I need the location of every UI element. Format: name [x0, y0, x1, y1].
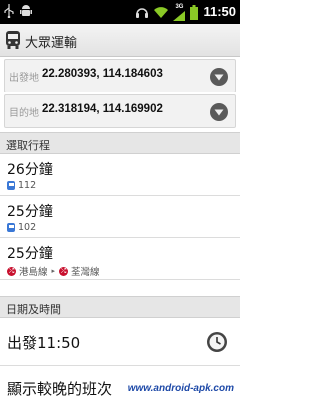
route-line: 港島線 — [19, 267, 48, 278]
bus-icon — [7, 223, 15, 232]
route-duration: 26分鐘 — [7, 162, 53, 178]
departure-time-row[interactable]: 出發11:50 — [0, 318, 240, 366]
origin-field[interactable]: 出發地 22.280393, 114.184603 — [4, 59, 236, 93]
origin-label: 出發地 — [9, 73, 39, 84]
title-bar: 大眾運輸 — [0, 24, 240, 57]
signal-icon — [173, 11, 186, 21]
bus-icon — [7, 181, 15, 190]
route-detail: 102 — [7, 222, 36, 233]
wifi-icon — [154, 7, 169, 18]
mtr-icon: ⤮ — [7, 266, 16, 276]
route-item[interactable]: 25分鐘 102 — [0, 196, 240, 238]
routes-section-label: 選取行程 — [6, 139, 50, 152]
mtr-icon: ⤮ — [59, 266, 69, 276]
origin-dropdown-icon[interactable] — [209, 67, 229, 87]
datetime-section-header: 日期及時間 — [0, 296, 240, 318]
destination-row: 目的地 22.318194, 114.169902 — [0, 92, 240, 130]
datetime-section-label: 日期及時間 — [6, 303, 61, 316]
route-duration: 25分鐘 — [7, 246, 53, 262]
route-item[interactable]: 26分鐘 112 — [0, 154, 240, 196]
network-type: 3G — [175, 4, 184, 10]
destination-field[interactable]: 目的地 22.318194, 114.169902 — [4, 94, 236, 128]
destination-label: 目的地 — [9, 108, 39, 119]
headset-icon — [136, 8, 149, 18]
later-trips-label: 顯示較晚的班次 — [7, 380, 113, 398]
bus-icon — [6, 31, 20, 49]
clock-time: 11:50 — [203, 4, 236, 19]
usb-icon — [4, 4, 14, 18]
later-trips-row[interactable]: 顯示較晚的班次 www.android-apk.com — [0, 366, 240, 400]
destination-dropdown-icon[interactable] — [209, 102, 229, 122]
battery-icon — [190, 4, 199, 20]
routes-section-header: 選取行程 — [0, 132, 240, 154]
status-bar: 3G 11:50 — [0, 0, 240, 24]
route-number: 102 — [18, 222, 37, 233]
route-line: 荃灣線 — [71, 267, 100, 278]
route-duration: 25分鐘 — [7, 204, 53, 220]
watermark: www.android-apk.com — [127, 383, 234, 394]
route-number: 112 — [18, 180, 37, 191]
clock-icon[interactable] — [206, 331, 228, 353]
origin-row: 出發地 22.280393, 114.184603 — [0, 57, 240, 95]
route-item[interactable]: 25分鐘 ⤮ 港島線 ▸ ⤮ 荃灣線 — [0, 238, 240, 280]
route-detail: ⤮ 港島線 ▸ ⤮ 荃灣線 — [7, 264, 100, 278]
android-icon — [20, 5, 32, 16]
origin-value: 22.280393, 114.184603 — [42, 68, 163, 80]
departure-time: 出發11:50 — [7, 334, 81, 352]
page-title: 大眾運輸 — [25, 36, 78, 51]
chevron-right-icon: ▸ — [51, 267, 56, 275]
route-detail: 112 — [7, 180, 36, 191]
destination-value: 22.318194, 114.169902 — [42, 103, 163, 115]
